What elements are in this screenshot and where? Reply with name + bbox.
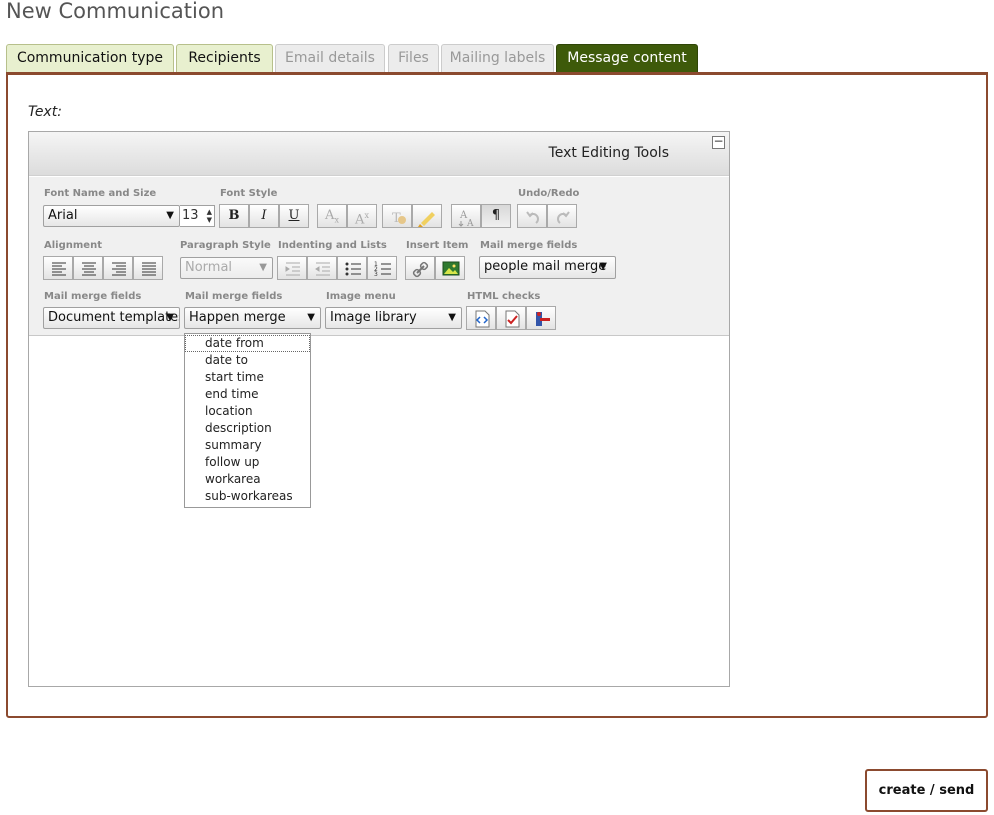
- chevron-down-icon: ▼: [166, 210, 174, 221]
- link-icon[interactable]: [405, 256, 435, 280]
- dropdown-item-summary[interactable]: summary: [185, 437, 310, 454]
- editor-content-area[interactable]: [29, 337, 729, 686]
- bullet-list-icon[interactable]: [337, 256, 367, 280]
- html-check-buttons: [466, 306, 558, 330]
- indent-list-buttons: 123: [277, 256, 397, 280]
- html-source-icon[interactable]: [466, 306, 496, 330]
- dropdown-item-workarea[interactable]: workarea: [185, 471, 310, 488]
- mail-merge-fields-label-3: Mail merge fields: [185, 291, 283, 302]
- show-paragraph-marks-button[interactable]: ¶: [481, 204, 511, 228]
- subscript-icon[interactable]: Ax: [317, 204, 347, 228]
- font-style-buttons: B I U: [219, 204, 309, 228]
- alignment-buttons: [43, 256, 163, 280]
- text-label: Text:: [28, 104, 62, 120]
- happen-merge-dropdown: date from date to start time end time lo…: [184, 333, 311, 508]
- people-mail-merge-value: people mail merge: [484, 259, 607, 274]
- image-menu-group-label: Image menu: [326, 291, 396, 302]
- numbered-list-icon[interactable]: 123: [367, 256, 397, 280]
- dropdown-item-end-time[interactable]: end time: [185, 386, 310, 403]
- insert-image-icon[interactable]: [435, 256, 465, 280]
- tab-mailing-labels[interactable]: Mailing labels: [441, 44, 554, 73]
- image-library-select[interactable]: Image library ▼: [325, 307, 462, 329]
- undo-redo-buttons: [517, 204, 579, 228]
- people-mail-merge-select[interactable]: people mail merge ▼: [479, 256, 616, 279]
- tab-message-content[interactable]: Message content: [556, 44, 698, 73]
- font-size-value: 13: [182, 208, 199, 223]
- page-title: New Communication: [6, 0, 224, 23]
- paragraph-style-value: Normal: [185, 260, 233, 275]
- font-style-group-label: Font Style: [220, 188, 278, 199]
- align-left-icon[interactable]: [43, 256, 73, 280]
- chevron-down-icon: ▼: [166, 312, 174, 323]
- bold-button[interactable]: B: [219, 204, 249, 228]
- text-direction-icon[interactable]: AA: [451, 204, 481, 229]
- document-templates-value: Document templates: [48, 310, 180, 325]
- undo-icon[interactable]: [517, 204, 547, 228]
- align-center-icon[interactable]: [73, 256, 103, 280]
- dropdown-item-location[interactable]: location: [185, 403, 310, 420]
- dropdown-item-follow-up[interactable]: follow up: [185, 454, 310, 471]
- document-templates-select[interactable]: Document templates ▼: [43, 307, 180, 329]
- outdent-icon[interactable]: [307, 256, 337, 280]
- tab-files[interactable]: Files: [388, 44, 439, 73]
- dropdown-item-date-from[interactable]: date from: [185, 335, 310, 352]
- alignment-group-label: Alignment: [44, 240, 102, 251]
- dropdown-item-start-time[interactable]: start time: [185, 369, 310, 386]
- spin-up-icon[interactable]: ▲: [207, 209, 212, 216]
- tab-recipients[interactable]: Recipients: [176, 44, 273, 73]
- dropdown-item-description[interactable]: description: [185, 420, 310, 437]
- insert-item-group-label: Insert Item: [406, 240, 469, 251]
- insert-item-buttons: [405, 256, 467, 280]
- editor-title: Text Editing Tools: [548, 145, 669, 161]
- underline-button[interactable]: U: [279, 204, 309, 228]
- script-buttons: Ax Ax: [317, 204, 379, 228]
- format-buttons: T: [382, 204, 444, 228]
- font-group-label: Font Name and Size: [44, 188, 157, 199]
- superscript-icon[interactable]: Ax: [347, 204, 377, 228]
- html-clean-icon[interactable]: [526, 306, 556, 330]
- mail-merge-fields-label-1: Mail merge fields: [480, 240, 578, 251]
- undo-redo-group-label: Undo/Redo: [518, 188, 580, 199]
- svg-text:A: A: [466, 219, 474, 229]
- paragraph-style-group-label: Paragraph Style: [180, 240, 271, 251]
- chevron-down-icon: ▼: [448, 312, 456, 323]
- spin-down-icon[interactable]: ▼: [207, 217, 212, 224]
- direction-buttons: AA ¶: [451, 204, 513, 229]
- create-send-button[interactable]: create / send: [865, 769, 988, 812]
- font-name-value: Arial: [48, 208, 78, 223]
- align-justify-icon[interactable]: [133, 256, 163, 280]
- svg-text:3: 3: [374, 271, 378, 278]
- dropdown-item-date-to[interactable]: date to: [185, 352, 310, 369]
- chevron-down-icon: ▼: [259, 262, 267, 273]
- chevron-down-icon: ▼: [307, 312, 315, 323]
- happen-merge-value: Happen merge: [189, 310, 286, 325]
- align-right-icon[interactable]: [103, 256, 133, 280]
- indent-lists-group-label: Indenting and Lists: [278, 240, 387, 251]
- paragraph-style-select[interactable]: Normal ▼: [180, 257, 273, 279]
- tab-email-details[interactable]: Email details: [275, 44, 385, 73]
- highlight-icon[interactable]: [412, 204, 442, 228]
- tab-communication-type[interactable]: Communication type: [6, 44, 174, 73]
- font-size-spinner[interactable]: 13 ▲ ▼: [180, 205, 215, 227]
- happen-merge-select[interactable]: Happen merge ▼: [184, 307, 321, 329]
- italic-button[interactable]: I: [249, 204, 279, 228]
- clear-format-icon[interactable]: T: [382, 204, 412, 228]
- mail-merge-fields-label-2: Mail merge fields: [44, 291, 142, 302]
- indent-icon[interactable]: [277, 256, 307, 280]
- dropdown-item-sub-workareas[interactable]: sub-workareas: [185, 488, 310, 505]
- font-name-select[interactable]: Arial ▼: [43, 205, 180, 227]
- image-library-value: Image library: [330, 310, 417, 325]
- editor-header: Text Editing Tools −: [29, 132, 729, 176]
- html-checks-group-label: HTML checks: [467, 291, 541, 302]
- chevron-down-icon: ▼: [599, 261, 607, 272]
- redo-icon[interactable]: [547, 204, 577, 228]
- collapse-icon[interactable]: −: [712, 135, 725, 149]
- html-validate-icon[interactable]: [496, 306, 526, 330]
